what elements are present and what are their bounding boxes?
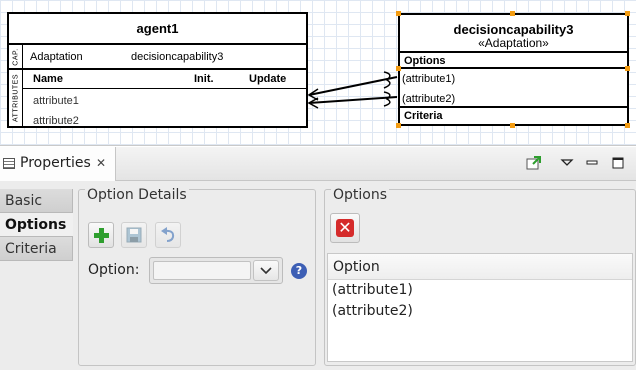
- option-field-label: Option:: [88, 262, 140, 278]
- view-menu-icon[interactable]: [558, 155, 576, 173]
- tab-basic[interactable]: Basic: [0, 189, 73, 213]
- options-section-label: Options: [400, 53, 627, 69]
- diagram-canvas[interactable]: agent1 CAP. Adaptation decisioncapabilit…: [0, 0, 636, 146]
- delete-icon: ✕: [336, 219, 354, 237]
- help-icon[interactable]: ?: [291, 263, 307, 279]
- chevron-down-icon: [260, 267, 272, 275]
- resize-handle[interactable]: [625, 66, 630, 71]
- option-item[interactable]: (attribute2): [402, 89, 627, 109]
- add-button[interactable]: [88, 222, 114, 248]
- option-item[interactable]: (attribute1): [402, 69, 627, 89]
- resize-handle[interactable]: [510, 11, 515, 16]
- close-icon[interactable]: ✕: [96, 156, 106, 170]
- properties-view-header: Properties ✕: [0, 147, 636, 181]
- tab-properties[interactable]: Properties ✕: [0, 147, 116, 181]
- resize-handle[interactable]: [396, 66, 401, 71]
- minimize-icon[interactable]: [583, 155, 601, 173]
- option-details-title: Option Details: [85, 187, 189, 203]
- undo-button[interactable]: [155, 222, 181, 248]
- maximize-icon[interactable]: [609, 155, 627, 173]
- option-details-group: Option Details Option: ?: [78, 187, 316, 366]
- property-tabs: Basic Options Criteria: [0, 189, 73, 261]
- options-table: Option (attribute1) (attribute2): [327, 253, 633, 362]
- table-row[interactable]: (attribute2): [328, 301, 632, 322]
- decision-capability-name: decisioncapability3: [453, 22, 574, 37]
- resize-handle[interactable]: [510, 123, 515, 128]
- tab-options[interactable]: Options: [0, 213, 73, 237]
- option-input[interactable]: [153, 261, 251, 280]
- table-row[interactable]: (attribute1): [328, 280, 632, 301]
- save-button[interactable]: [121, 222, 147, 248]
- options-group: Options ✕ Option (attribute1) (attribute…: [324, 187, 636, 366]
- undo-icon: [161, 227, 175, 242]
- app-window: agent1 CAP. Adaptation decisioncapabilit…: [0, 0, 636, 370]
- resize-handle[interactable]: [625, 123, 630, 128]
- options-list: (attribute1) (attribute2): [400, 69, 627, 108]
- properties-tab-label: Properties: [20, 155, 91, 171]
- tab-criteria[interactable]: Criteria: [0, 237, 73, 261]
- save-icon: [126, 227, 142, 243]
- option-combo[interactable]: [149, 257, 283, 284]
- properties-view-body: Basic Options Criteria Option Details Op…: [0, 181, 636, 370]
- pin-icon[interactable]: [525, 155, 543, 173]
- criteria-section-label: Criteria: [404, 110, 443, 122]
- delete-button[interactable]: ✕: [330, 213, 360, 243]
- decision-capability-node[interactable]: decisioncapability3 «Adaptation» Options…: [398, 13, 629, 126]
- resize-handle[interactable]: [396, 11, 401, 16]
- stereotype-label: «Adaptation»: [478, 36, 549, 50]
- properties-icon: [3, 158, 15, 169]
- option-column-header[interactable]: Option: [328, 254, 632, 280]
- decision-capability-title: decisioncapability3 «Adaptation»: [400, 15, 627, 53]
- options-group-title: Options: [331, 187, 390, 203]
- resize-handle[interactable]: [625, 11, 630, 16]
- dropdown-button[interactable]: [253, 260, 279, 281]
- resize-handle[interactable]: [396, 123, 401, 128]
- add-icon: [94, 228, 109, 243]
